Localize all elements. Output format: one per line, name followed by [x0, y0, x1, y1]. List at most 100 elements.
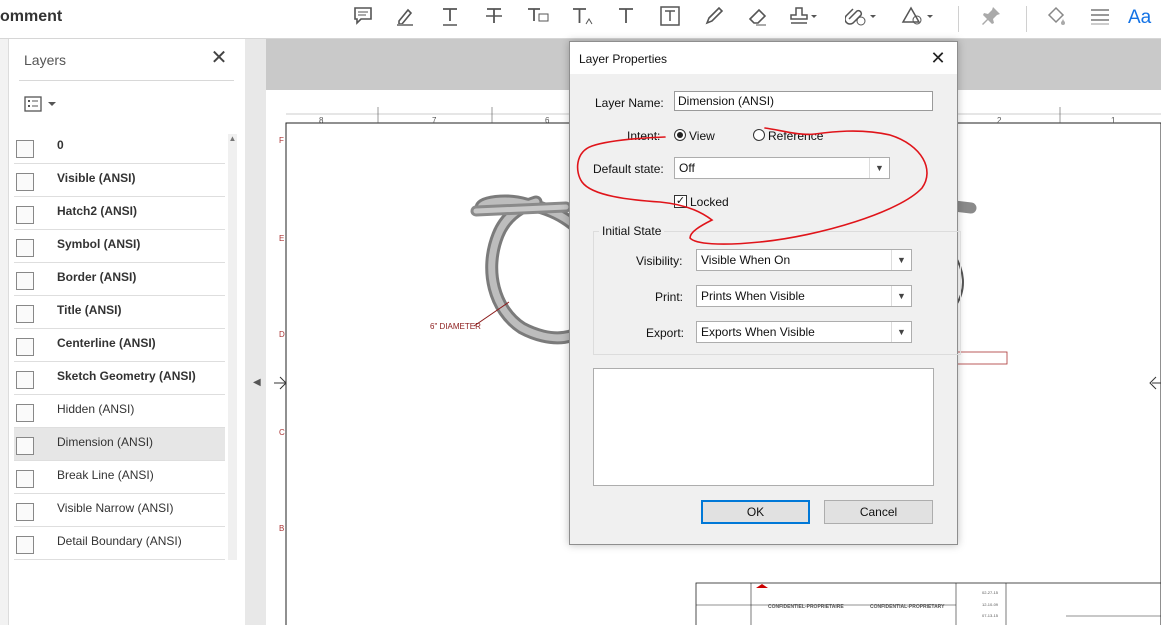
export-select[interactable]: Exports When Visible ▼: [696, 321, 912, 343]
toolbar-separator: [958, 6, 959, 32]
toolbar-separator: [1026, 6, 1027, 32]
cancel-button[interactable]: Cancel: [824, 500, 933, 524]
eye-icon[interactable]: [16, 338, 34, 356]
layer-name: Dimension (ANSI): [57, 435, 154, 449]
print-label: Print:: [655, 290, 684, 304]
eye-icon[interactable]: [16, 470, 34, 488]
comment-icon[interactable]: [349, 5, 377, 33]
fill-icon[interactable]: [1042, 5, 1070, 33]
layers-options-button[interactable]: [24, 94, 60, 114]
eye-icon[interactable]: [16, 239, 34, 257]
visibility-select[interactable]: Visible When On ▼: [696, 249, 912, 271]
scroll-up-icon[interactable]: ▲: [228, 134, 237, 146]
layer-name: Hatch2 (ANSI): [57, 204, 138, 218]
text-box-icon[interactable]: [656, 5, 684, 33]
list-item[interactable]: Title (ANSI): [14, 296, 225, 329]
locked-label: Locked: [690, 195, 729, 209]
attach-icon[interactable]: [844, 5, 876, 33]
intent-view-label: View: [689, 129, 715, 143]
left-navigation-strip: [0, 39, 9, 625]
list-item[interactable]: Sketch Geometry (ANSI): [14, 362, 225, 395]
eye-icon[interactable]: [16, 305, 34, 323]
list-item-selected[interactable]: Dimension (ANSI): [14, 428, 225, 461]
default-state-value: Off: [679, 161, 695, 175]
chevron-down-icon: ▼: [891, 286, 911, 306]
text-properties-button[interactable]: Aa: [1128, 7, 1151, 29]
title-block-text: CONFIDENTIEL-PROPRIETAIRE: [768, 604, 844, 610]
eye-icon[interactable]: [16, 371, 34, 389]
layer-name: Hidden (ANSI): [57, 402, 135, 416]
layer-name: 0: [57, 138, 64, 152]
collapse-panel-icon[interactable]: ◀: [253, 377, 261, 388]
layer-info-textarea[interactable]: [593, 368, 934, 486]
layer-name-label: Layer Name:: [595, 96, 664, 110]
ok-button[interactable]: OK: [701, 500, 810, 524]
underline-text-icon[interactable]: [436, 5, 464, 33]
list-item[interactable]: Border (ANSI): [14, 263, 225, 296]
list-options-icon: [24, 96, 56, 112]
replace-text-icon[interactable]: [524, 5, 552, 33]
list-item[interactable]: Symbol (ANSI): [14, 230, 225, 263]
list-item[interactable]: Visible (ANSI): [14, 164, 225, 197]
layers-scrollbar[interactable]: [228, 134, 237, 560]
list-item[interactable]: 0: [14, 131, 225, 164]
layer-name: Symbol (ANSI): [57, 237, 141, 251]
layer-name: Sketch Geometry (ANSI): [57, 369, 196, 383]
strikethrough-text-icon[interactable]: [480, 5, 508, 33]
eye-icon[interactable]: [16, 206, 34, 224]
close-icon[interactable]: ✕: [209, 47, 229, 69]
intent-label: Intent:: [627, 129, 661, 143]
layer-name: Visible Narrow (ANSI): [57, 501, 174, 515]
eye-icon[interactable]: [16, 173, 34, 191]
close-icon[interactable]: ✕: [926, 46, 950, 70]
list-item[interactable]: Visible Narrow (ANSI): [14, 494, 225, 527]
chevron-down-icon: ▼: [891, 250, 911, 270]
locked-checkbox[interactable]: ✓: [674, 195, 687, 208]
list-item[interactable]: Centerline (ANSI): [14, 329, 225, 362]
stamp-icon[interactable]: [788, 5, 817, 33]
chevron-down-icon: ▼: [869, 158, 889, 178]
row-letter: C: [279, 428, 285, 437]
layers-list: 0 Visible (ANSI) Hatch2 (ANSI) Symbol (A…: [14, 131, 225, 561]
row-letter: E: [279, 234, 285, 243]
insert-text-icon[interactable]: [569, 5, 597, 33]
shapes-icon[interactable]: [900, 5, 933, 33]
eye-icon[interactable]: [16, 437, 34, 455]
pin-icon[interactable]: [977, 5, 1005, 33]
layer-name: Break Line (ANSI): [57, 468, 154, 482]
export-label: Export:: [646, 326, 685, 340]
eye-icon[interactable]: [16, 503, 34, 521]
list-item[interactable]: Detail Boundary (ANSI): [14, 527, 225, 560]
eye-icon[interactable]: [16, 272, 34, 290]
dialog-title: Layer Properties: [579, 52, 668, 66]
eye-icon[interactable]: [16, 140, 34, 158]
list-item[interactable]: Hidden (ANSI): [14, 395, 225, 428]
layer-name: Detail Boundary (ANSI): [57, 534, 182, 548]
intent-reference-radio[interactable]: [753, 129, 765, 141]
layer-properties-dialog: Layer Properties ✕ Layer Name: Intent: V…: [569, 41, 961, 545]
dialog-titlebar: Layer Properties ✕: [570, 42, 957, 74]
list-item[interactable]: Hatch2 (ANSI): [14, 197, 225, 230]
layer-name-field[interactable]: [674, 91, 933, 111]
list-item[interactable]: Break Line (ANSI): [14, 461, 225, 494]
row-letter: B: [279, 524, 285, 533]
pencil-icon[interactable]: [700, 5, 728, 33]
title-block-text: CONFIDENTIAL-PROPRIETARY: [870, 604, 945, 610]
tool-title: omment: [0, 8, 63, 25]
column-number: 6: [545, 116, 550, 125]
highlight-icon[interactable]: [391, 5, 419, 33]
lines-icon[interactable]: [1086, 5, 1114, 33]
print-select[interactable]: Prints When Visible ▼: [696, 285, 912, 307]
eye-icon[interactable]: [16, 404, 34, 422]
layer-name: Border (ANSI): [57, 270, 137, 284]
column-number: 2: [997, 116, 1002, 125]
intent-reference-label: Reference: [768, 129, 824, 143]
add-text-icon[interactable]: [612, 5, 640, 33]
chevron-down-icon: ▼: [891, 322, 911, 342]
default-state-select[interactable]: Off ▼: [674, 157, 890, 179]
initial-state-title: Initial State: [599, 224, 665, 238]
layers-panel-title: Layers: [24, 52, 67, 68]
eraser-icon[interactable]: [744, 5, 772, 33]
intent-view-radio[interactable]: [674, 129, 686, 141]
eye-icon[interactable]: [16, 536, 34, 554]
